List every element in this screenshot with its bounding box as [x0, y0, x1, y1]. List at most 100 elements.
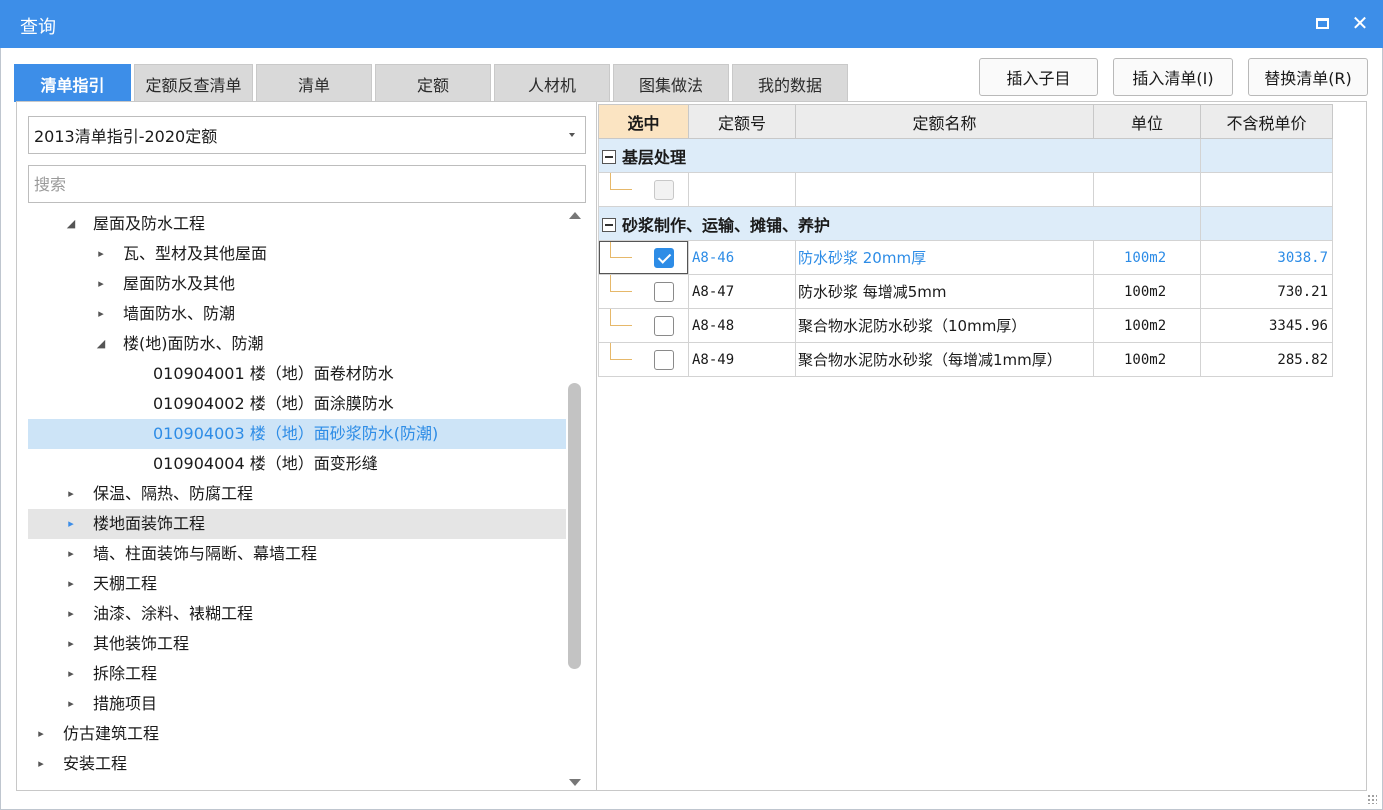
col-header-select[interactable]: 选中	[598, 104, 689, 139]
collapsed-arrow-icon[interactable]: ▸	[64, 659, 78, 689]
tree-item[interactable]: ▸ 墙、柱面装饰与隔断、幕墙工程	[28, 539, 566, 569]
collapsed-arrow-icon[interactable]: ▸	[64, 509, 78, 539]
tree-item-label: 墙面防水、防潮	[123, 304, 236, 323]
col-header-code[interactable]: 定额号	[688, 104, 796, 139]
cell-name: 防水砂浆 20mm厚	[795, 240, 1094, 275]
collapsed-arrow-icon[interactable]: ▸	[94, 299, 108, 329]
col-header-unit[interactable]: 单位	[1093, 104, 1201, 139]
row-checkbox[interactable]	[654, 350, 674, 370]
collapsed-arrow-icon[interactable]: ▸	[64, 599, 78, 629]
tree-item[interactable]: ▸ 油漆、涂料、裱糊工程	[28, 599, 566, 629]
cell-code: A8-46	[688, 240, 796, 275]
tree-item[interactable]: ▸ 安装工程	[28, 749, 566, 779]
table-row[interactable]	[598, 172, 1333, 207]
category-tree: ◢ 屋面及防水工程 ▸ 瓦、型材及其他屋面 ▸ 屋面防水及其他 ▸ 墙面防水、防潮 ◢ 楼(地)面…	[28, 208, 566, 790]
insert-list-button[interactable]: 插入清单(I)	[1113, 58, 1233, 96]
cell-price	[1200, 172, 1333, 207]
chevron-down-icon	[569, 133, 575, 137]
cell-name: 聚合物水泥防水砂浆（每增减1mm厚）	[795, 342, 1094, 377]
tree-item-label: 仿古建筑工程	[63, 724, 160, 743]
tab-quota[interactable]: 定额	[375, 64, 491, 102]
tree-item[interactable]: ▸ 其他装饰工程	[28, 629, 566, 659]
expanded-arrow-icon[interactable]: ◢	[94, 329, 108, 359]
scroll-down-icon[interactable]	[569, 779, 581, 786]
tab-bar: 清单指引 定额反查清单 清单 定额 人材机 图集做法 我的数据	[14, 64, 851, 102]
cell-unit	[1093, 172, 1201, 207]
library-select-value: 2013清单指引-2020定额	[34, 127, 218, 146]
col-header-price[interactable]: 不含税单价	[1200, 104, 1333, 139]
tab-list-guide[interactable]: 清单指引	[14, 64, 131, 102]
cell-unit: 100m2	[1093, 308, 1201, 343]
collapsed-arrow-icon[interactable]: ▸	[34, 749, 48, 779]
table-row[interactable]: A8-46 防水砂浆 20mm厚 100m2 3038.7	[598, 240, 1333, 275]
cell-code: A8-48	[688, 308, 796, 343]
tree-item-label: 保温、隔热、防腐工程	[93, 484, 254, 503]
tree-item[interactable]: ▸ 瓦、型材及其他屋面	[28, 239, 566, 269]
group-row[interactable]: 砂浆制作、运输、摊铺、养护	[598, 206, 1333, 241]
tree-item-label: 屋面防水及其他	[123, 274, 236, 293]
tree-item[interactable]: ▸ 仿古建筑工程	[28, 719, 566, 749]
tab-materials[interactable]: 人材机	[494, 64, 610, 102]
cell-name: 防水砂浆 每增减5mm	[795, 274, 1094, 309]
tab-quota-reverse[interactable]: 定额反查清单	[134, 64, 253, 102]
tree-item[interactable]: 010904001 楼（地）面卷材防水	[28, 359, 566, 389]
collapsed-arrow-icon[interactable]: ▸	[64, 629, 78, 659]
tree-item-label: 油漆、涂料、裱糊工程	[93, 604, 254, 623]
collapsed-arrow-icon[interactable]: ▸	[34, 719, 48, 749]
tree-item-label: 楼地面装饰工程	[93, 514, 206, 533]
title-bar: 查询 ✕	[0, 0, 1383, 48]
collapsed-arrow-icon[interactable]: ▸	[64, 479, 78, 509]
collapsed-arrow-icon[interactable]: ▸	[94, 239, 108, 269]
quota-grid: 选中 定额号 定额名称 单位 不含税单价 基层处理 砂浆制作、运输、摊铺、养护 …	[598, 104, 1333, 377]
tree-scrollbar[interactable]	[566, 208, 584, 790]
row-checkbox[interactable]	[654, 282, 674, 302]
tree-item[interactable]: ▸ 拆除工程	[28, 659, 566, 689]
tree-item[interactable]: 010904002 楼（地）面涂膜防水	[28, 389, 566, 419]
collapsed-arrow-icon[interactable]: ▸	[64, 689, 78, 719]
tab-list[interactable]: 清单	[256, 64, 372, 102]
tree-item[interactable]: ▸ 屋面防水及其他	[28, 269, 566, 299]
tree-item[interactable]: ◢ 屋面及防水工程	[28, 209, 566, 239]
tree-connector	[610, 343, 632, 360]
scroll-up-icon[interactable]	[569, 212, 581, 219]
collapsed-arrow-icon[interactable]: ▸	[94, 269, 108, 299]
cell-name: 聚合物水泥防水砂浆（10mm厚）	[795, 308, 1094, 343]
replace-list-button[interactable]: 替换清单(R)	[1248, 58, 1368, 96]
collapsed-arrow-icon[interactable]: ▸	[64, 569, 78, 599]
tree-item-label: 墙、柱面装饰与隔断、幕墙工程	[93, 544, 318, 563]
insert-child-button[interactable]: 插入子目	[979, 58, 1098, 96]
collapse-icon[interactable]	[602, 218, 616, 232]
tree-connector	[610, 173, 632, 190]
tree-item[interactable]: ▸ 措施项目	[28, 689, 566, 719]
tree-item[interactable]: ▸ 楼地面装饰工程	[28, 509, 566, 539]
collapsed-arrow-icon[interactable]: ▸	[64, 539, 78, 569]
tree-item[interactable]: 010904004 楼（地）面变形缝	[28, 449, 566, 479]
table-row[interactable]: A8-47 防水砂浆 每增减5mm 100m2 730.21	[598, 274, 1333, 309]
tab-atlas[interactable]: 图集做法	[613, 64, 729, 102]
scroll-thumb[interactable]	[568, 383, 581, 669]
expanded-arrow-icon[interactable]: ◢	[64, 209, 78, 239]
library-select[interactable]: 2013清单指引-2020定额	[28, 116, 586, 154]
group-row[interactable]: 基层处理	[598, 138, 1333, 173]
resize-grip-icon[interactable]	[1367, 794, 1377, 804]
collapse-icon[interactable]	[602, 150, 616, 164]
maximize-button[interactable]	[1311, 12, 1333, 34]
tree-item[interactable]: ▸ 天棚工程	[28, 569, 566, 599]
tree-item[interactable]: 010904003 楼（地）面砂浆防水(防潮)	[28, 419, 566, 449]
tab-my-data[interactable]: 我的数据	[732, 64, 848, 102]
group-label: 砂浆制作、运输、摊铺、养护	[622, 215, 831, 235]
table-row[interactable]: A8-48 聚合物水泥防水砂浆（10mm厚） 100m2 3345.96	[598, 308, 1333, 343]
table-row[interactable]: A8-49 聚合物水泥防水砂浆（每增减1mm厚） 100m2 285.82	[598, 342, 1333, 377]
window-title: 查询	[20, 17, 56, 38]
row-checkbox[interactable]	[654, 248, 674, 268]
tree-item[interactable]: ◢ 楼(地)面防水、防潮	[28, 329, 566, 359]
tree-item[interactable]: ▸ 保温、隔热、防腐工程	[28, 479, 566, 509]
cell-price: 3345.96	[1200, 308, 1333, 343]
tree-item[interactable]: ▸ 墙面防水、防潮	[28, 299, 566, 329]
cell-unit: 100m2	[1093, 240, 1201, 275]
col-header-name[interactable]: 定额名称	[795, 104, 1094, 139]
row-checkbox[interactable]	[654, 316, 674, 336]
close-button[interactable]: ✕	[1349, 11, 1371, 35]
row-checkbox	[654, 180, 674, 200]
search-input[interactable]	[28, 165, 586, 203]
